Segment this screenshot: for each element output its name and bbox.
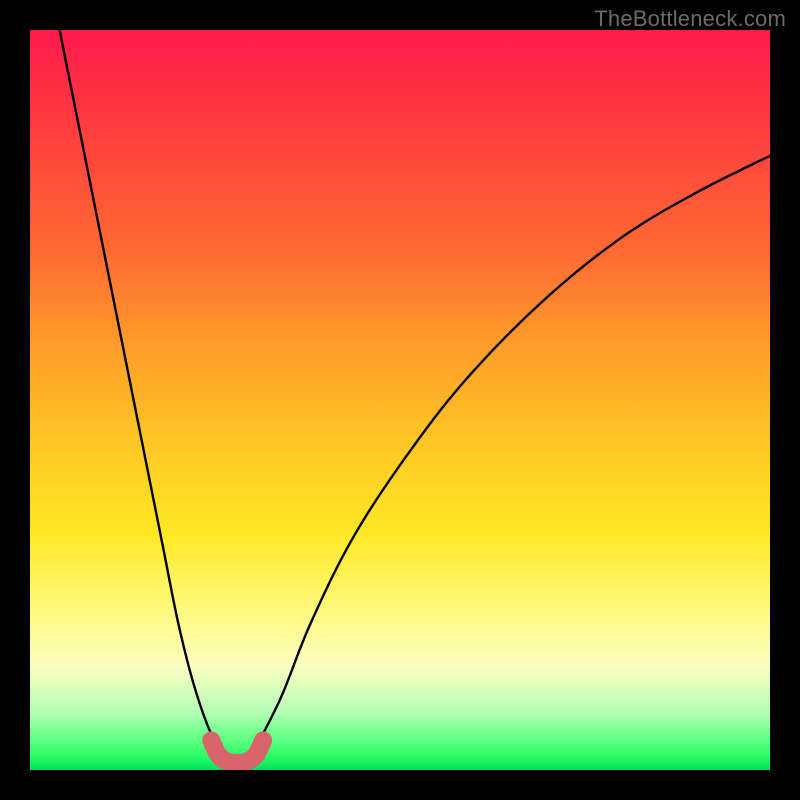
attribution-watermark: TheBottleneck.com: [594, 6, 786, 32]
valley-highlight-curve: [211, 740, 263, 763]
plot-area: [30, 30, 770, 770]
right-branch-curve: [256, 156, 770, 748]
chart-frame: TheBottleneck.com: [0, 0, 800, 800]
chart-svg: [30, 30, 770, 770]
left-branch-curve: [60, 30, 219, 748]
